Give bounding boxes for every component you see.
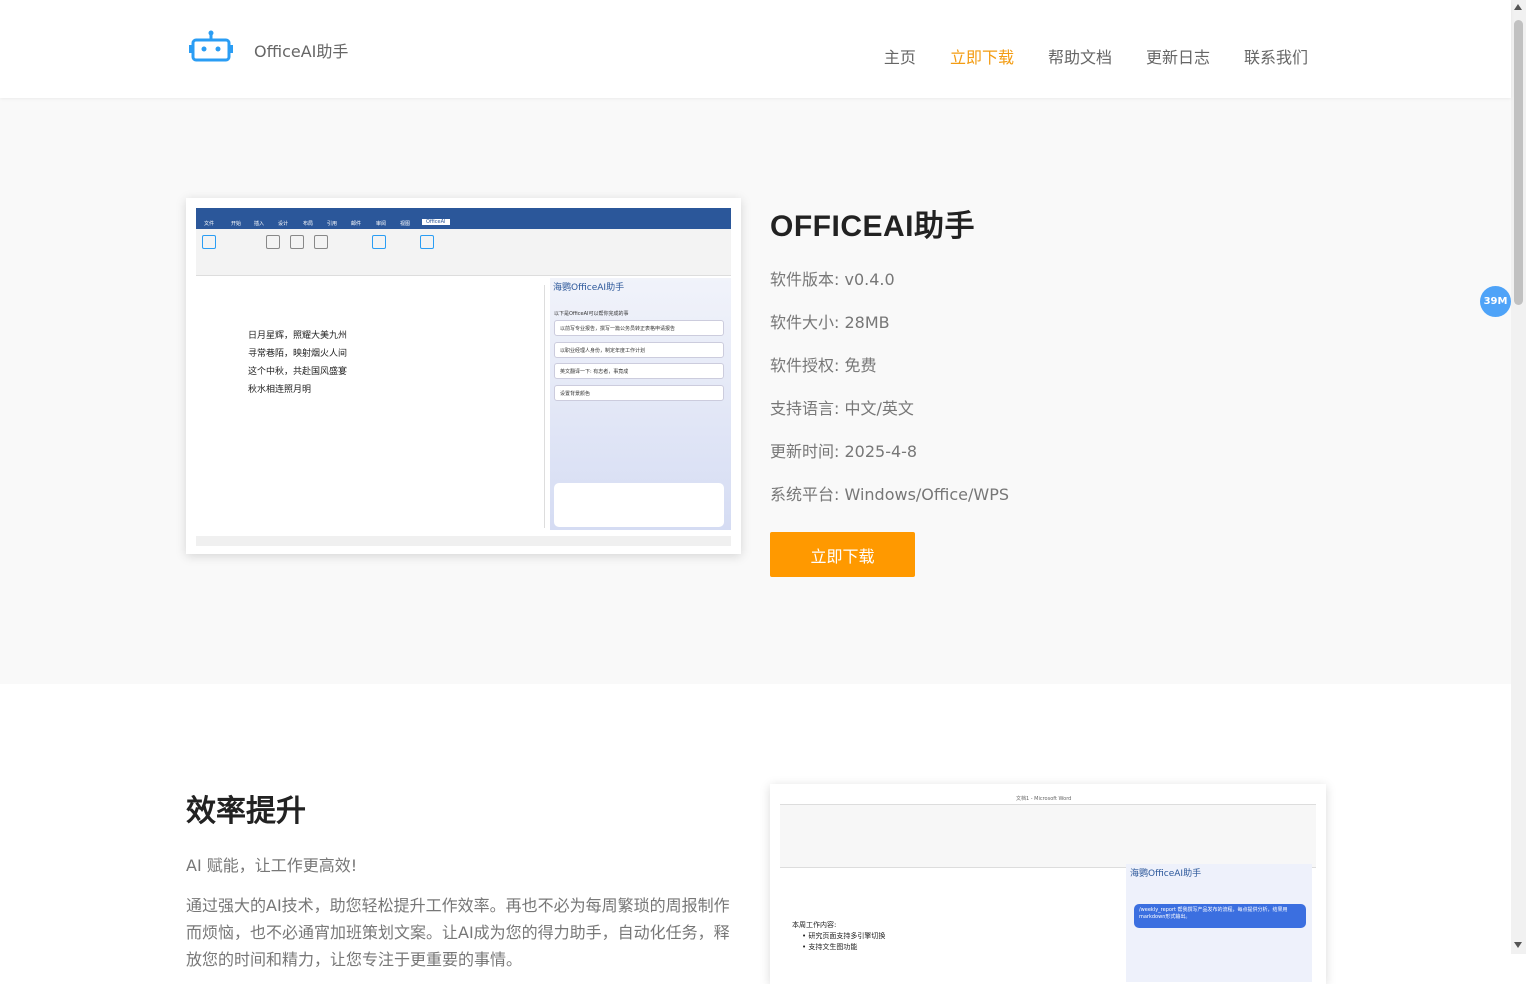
suggestion-chip: 以前写专业报告，撰写一篇公务员转正表格申请报告	[554, 320, 724, 336]
meta-updated: 更新时间: 2025-4-8	[770, 442, 918, 461]
poem-line: 秋水相连照月明	[248, 385, 312, 395]
robot-logo-icon[interactable]	[189, 30, 233, 62]
doc-line: • 支持文生图功能	[802, 943, 858, 951]
product-title: OFFICEAI助手	[770, 210, 975, 243]
word-tab: 插入	[254, 221, 265, 227]
word-status-bar	[196, 536, 731, 546]
poem-line: 日月星辉，照耀大美九州	[248, 331, 348, 341]
robot-icon	[202, 235, 216, 249]
chat-input-box	[554, 483, 724, 527]
meta-license: 软件授权: 免费	[770, 356, 877, 375]
nav-changelog[interactable]: 更新日志	[1146, 44, 1210, 68]
panel-title: 海鹦OfficeAI助手	[1130, 869, 1202, 879]
word-document: 本周工作内容: • 研究页面支持多引擎切换 • 支持文生图功能	[780, 872, 1120, 982]
word-title-bar: 文档1 - Microsoft Word	[780, 794, 1316, 805]
word-tab: 布局	[303, 221, 314, 227]
site-header: OfficeAI助手 主页 立即下载 帮助文档 更新日志 联系我们	[0, 0, 1511, 98]
doc-line: • 研究页面支持多引擎切换	[802, 932, 886, 940]
translate-icon	[372, 235, 386, 249]
brand-name[interactable]: OfficeAI助手	[254, 38, 348, 62]
word-tab: 设计	[278, 221, 289, 227]
word-document: 日月星辉，照耀大美九州 寻常巷陌，映射烟火人间 这个中秋，共赴国风盛宴 秋水相连…	[196, 285, 545, 528]
page-scrollbar[interactable]	[1511, 0, 1526, 954]
ai-check-icon	[266, 235, 280, 249]
feature-screenshot: 文档1 - Microsoft Word 本周工作内容: • 研究页面支持多引擎…	[770, 784, 1326, 984]
word-window-title: 文档1 - Microsoft Word	[1016, 796, 1072, 802]
word-tab: 邮件	[351, 221, 362, 227]
meta-language: 支持语言: 中文/英文	[770, 399, 914, 418]
word-ribbon	[780, 805, 1316, 868]
features-description: 通过强大的AI技术，助您轻松提升工作效率。再也不必为每周繁琐的周报制作而烦恼，也…	[186, 896, 730, 969]
nav-download[interactable]: 立即下载	[950, 44, 1014, 68]
meta-size: 软件大小: 28MB	[770, 313, 890, 332]
features-tagline: AI 赋能，让工作更高效!	[186, 856, 358, 875]
doc-generate-icon	[290, 235, 304, 249]
scroll-down-icon[interactable]	[1514, 942, 1522, 948]
word-tab: 引用	[327, 221, 338, 227]
panel-title: 海鹦OfficeAI助手	[553, 283, 625, 293]
word-ribbon	[196, 229, 731, 276]
scroll-up-icon[interactable]	[1514, 4, 1522, 10]
word-title-bar	[196, 208, 731, 218]
poem-line: 寻常巷陌，映射烟火人间	[248, 349, 348, 359]
word-ribbon-tabs: 文件 开始 插入 设计 布局 引用 邮件 审阅 视图 OfficeAI	[196, 218, 731, 229]
poem-line: 这个中秋，共赴国风盛宴	[248, 367, 348, 377]
suggestion-header: 以下是OfficeAI可以帮你完成的事	[554, 311, 629, 317]
features-title: 效率提升	[186, 794, 306, 829]
main-nav: 主页 立即下载 帮助文档 更新日志 联系我们	[884, 44, 1308, 68]
meta-version: 软件版本: v0.4.0	[770, 270, 895, 289]
word-tab: 开始	[231, 221, 242, 227]
suggestion-chip: 英文翻译一下: 有志者，事竟成	[554, 363, 724, 379]
word-tab: 审阅	[376, 221, 387, 227]
nav-home[interactable]: 主页	[884, 44, 916, 68]
title-icon	[420, 235, 434, 249]
memory-badge[interactable]: 39M	[1480, 286, 1511, 317]
chat-bubble: /weekly_report 帮我撰写产品发布的流程，每点提供分析，结果用mar…	[1134, 904, 1306, 928]
word-tab: 视图	[400, 221, 411, 227]
suggestion-chip: 设置背景颜色	[554, 385, 724, 401]
nav-help-docs[interactable]: 帮助文档	[1048, 44, 1112, 68]
meta-platform: 系统平台: Windows/Office/WPS	[770, 485, 1010, 504]
download-button[interactable]: 立即下载	[770, 532, 915, 577]
product-screenshot: 文件 开始 插入 设计 布局 引用 邮件 审阅 视图 OfficeAI 日月星辉…	[186, 198, 741, 554]
scroll-thumb[interactable]	[1514, 20, 1523, 305]
officeai-side-panel: 海鹦OfficeAI助手 /weekly_report 帮我撰写产品发布的流程，…	[1126, 864, 1312, 982]
doc-line: 本周工作内容:	[792, 921, 837, 929]
rewrite-icon	[314, 235, 328, 249]
word-tab: 文件	[204, 221, 215, 227]
suggestion-chip: 以职业经理人身份，制定年度工作计划	[554, 342, 724, 358]
word-tab-officeai: OfficeAI	[422, 219, 450, 225]
nav-contact[interactable]: 联系我们	[1244, 44, 1308, 68]
